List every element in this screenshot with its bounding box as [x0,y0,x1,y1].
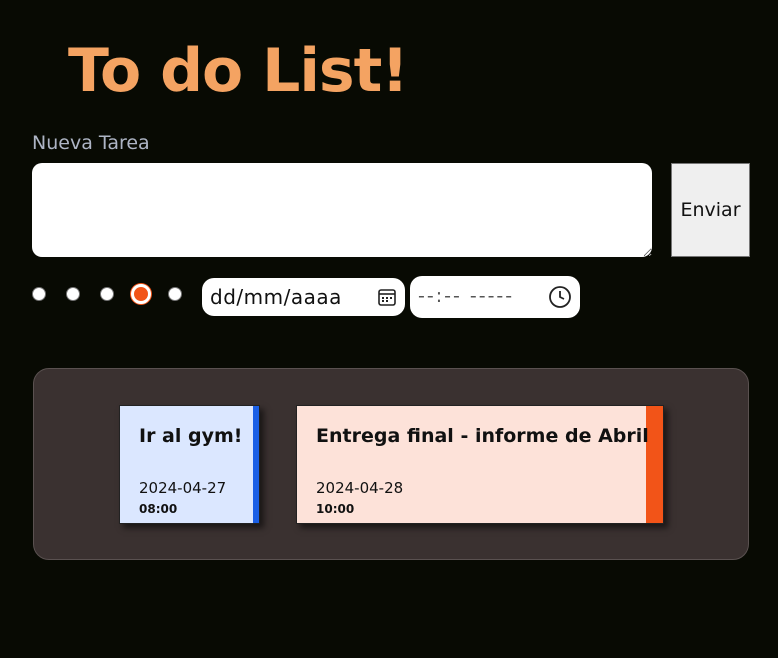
task-date: 2024-04-27 [139,479,227,497]
date-placeholder: dd/mm/aaaa [210,285,342,309]
calendar-icon[interactable] [377,287,397,307]
clock-icon[interactable] [548,285,572,309]
time-input[interactable]: --:-- ----- [410,276,580,318]
task-title: Ir al gym! [139,425,243,447]
priority-radio-5[interactable] [168,287,182,301]
priority-radio-1[interactable] [32,287,46,301]
task-card[interactable]: Ir al gym! 2024-04-27 08:00 [119,405,260,524]
task-input[interactable] [32,163,652,257]
task-time: 08:00 [139,502,178,516]
priority-radio-4[interactable] [131,284,151,304]
time-placeholder: --:-- ----- [418,285,515,307]
priority-stripe [253,406,259,523]
task-card[interactable]: Entrega final - informe de Abril 2024-04… [296,405,664,524]
task-title: Entrega final - informe de Abril [316,425,649,447]
task-board: Ir al gym! 2024-04-27 08:00 Entrega fina… [33,368,749,560]
send-button[interactable]: Enviar [671,163,750,257]
priority-radio-3[interactable] [100,287,114,301]
priority-stripe [646,406,663,523]
task-label: Nueva Tarea [32,132,150,154]
page-title: To do List! [68,36,409,106]
priority-radio-2[interactable] [66,287,80,301]
date-input[interactable]: dd/mm/aaaa [202,278,405,316]
task-time: 10:00 [316,502,355,516]
task-date: 2024-04-28 [316,479,404,497]
